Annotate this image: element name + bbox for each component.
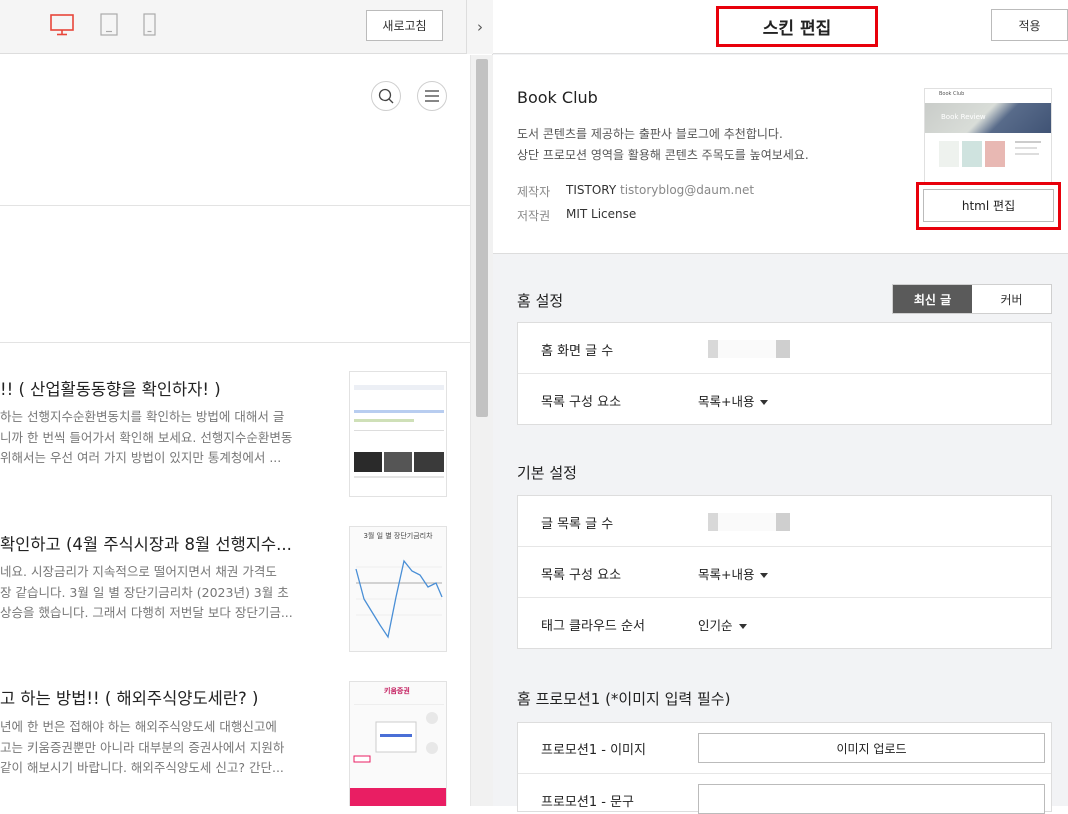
post-title[interactable]: !! ( 산업활동동향을 확인하자! ) bbox=[0, 376, 340, 400]
post-count-field[interactable] bbox=[708, 340, 796, 358]
image-upload-button[interactable]: 이미지 업로드 bbox=[698, 733, 1045, 763]
scrollbar-thumb[interactable] bbox=[476, 59, 488, 417]
search-icon bbox=[378, 88, 394, 104]
skin-info: Book Club 도서 콘텐츠를 제공하는 출판사 블로그에 추천합니다. 상… bbox=[493, 55, 1068, 254]
post-excerpt: 하는 선행지수순환변동치를 확인하는 방법에 대해서 글 니까 한 번씩 들어가… bbox=[0, 409, 293, 465]
preview-toolbar: 새로고침 › bbox=[0, 0, 493, 54]
post-count-field[interactable] bbox=[708, 513, 796, 531]
caret-down-icon bbox=[738, 624, 747, 629]
blog-preview: !! ( 산업활동동향을 확인하자! ) 하는 선행지수순환변동치를 확인하는 … bbox=[0, 55, 470, 806]
refresh-button[interactable]: 새로고침 bbox=[366, 10, 443, 41]
skin-edit-panel: 스킨 편집 적용 Book Club 도서 콘텐츠를 제공하는 출판사 블로그에… bbox=[493, 0, 1068, 814]
preview-scrollbar[interactable] bbox=[470, 55, 493, 806]
post-thumbnail[interactable] bbox=[349, 371, 447, 497]
chevron-right-icon: › bbox=[477, 18, 483, 36]
html-edit-button[interactable]: html 편집 bbox=[923, 189, 1054, 222]
setting-label: 홈 화면 글 수 bbox=[541, 344, 614, 359]
setting-row: 프로모션1 - 이미지 이미지 업로드 bbox=[518, 723, 1051, 774]
hamburger-icon bbox=[425, 90, 439, 102]
post-excerpt: 년에 한 번은 접해야 하는 해외주식양도세 대행신고에 고는 키움증권뿐만 아… bbox=[0, 719, 285, 775]
author-key: 제작자 bbox=[517, 185, 551, 199]
promo-settings-box: 프로모션1 - 이미지 이미지 업로드 프로모션1 - 문구 bbox=[517, 722, 1052, 814]
home-settings-title: 홈 설정 bbox=[517, 292, 564, 310]
author-value: TISTORY tistoryblog@daum.net bbox=[566, 183, 755, 197]
desktop-icon[interactable] bbox=[50, 14, 74, 36]
list-element-dropdown[interactable]: 목록+내용 bbox=[698, 564, 769, 583]
setting-row: 프로모션1 - 문구 bbox=[518, 774, 1051, 814]
tablet-icon[interactable] bbox=[100, 13, 118, 36]
basic-settings-title: 기본 설정 bbox=[517, 464, 577, 482]
setting-label: 목록 구성 요소 bbox=[541, 568, 622, 583]
list-element-dropdown[interactable]: 목록+내용 bbox=[698, 391, 769, 410]
panel-title: 스킨 편집 bbox=[716, 6, 878, 47]
apply-button[interactable]: 적용 bbox=[991, 9, 1068, 41]
divider bbox=[0, 205, 470, 206]
cover-tab[interactable]: 커버 bbox=[972, 285, 1051, 313]
setting-row: 목록 구성 요소 목록+내용 bbox=[518, 547, 1051, 598]
license-key: 저작권 bbox=[517, 209, 551, 223]
setting-label: 태그 클라우드 순서 bbox=[541, 619, 645, 634]
divider bbox=[0, 342, 470, 343]
skin-name: Book Club bbox=[517, 88, 598, 107]
setting-row: 홈 화면 글 수 bbox=[518, 323, 1051, 374]
setting-row: 목록 구성 요소 목록+내용 bbox=[518, 374, 1051, 425]
collapse-panel-button[interactable]: › bbox=[466, 0, 493, 54]
license-value: MIT License bbox=[566, 207, 637, 221]
post-thumbnail[interactable]: 키움증권 bbox=[349, 681, 447, 806]
home-settings-box: 홈 화면 글 수 목록 구성 요소 목록+내용 bbox=[517, 322, 1052, 425]
mobile-icon[interactable] bbox=[143, 13, 156, 36]
setting-label: 글 목록 글 수 bbox=[541, 517, 614, 532]
setting-label: 프로모션1 - 문구 bbox=[541, 795, 634, 810]
caret-down-icon bbox=[760, 400, 769, 405]
menu-button[interactable] bbox=[417, 81, 447, 111]
setting-label: 프로모션1 - 이미지 bbox=[541, 743, 646, 758]
search-button[interactable] bbox=[371, 81, 401, 111]
promo-settings-title: 홈 프로모션1 (*이미지 입력 필수) bbox=[517, 690, 731, 708]
preview-pane: 새로고침 › !! ( 산업활동동향을 확인하자! ) 하는 선행지수순환변동치… bbox=[0, 0, 493, 806]
panel-header: 스킨 편집 적용 bbox=[493, 0, 1068, 54]
skin-thumbnail: Book Club Book Review bbox=[924, 88, 1052, 184]
setting-row: 태그 클라우드 순서 인기순 bbox=[518, 598, 1051, 649]
post-thumbnail[interactable]: 3월 일 별 장단기금리차 bbox=[349, 526, 447, 652]
post-title[interactable]: 고 하는 방법!! ( 해외주식양도세란? ) bbox=[0, 685, 340, 709]
skin-description: 도서 콘텐츠를 제공하는 출판사 블로그에 추천합니다. 상단 프로모션 영역을… bbox=[517, 127, 809, 162]
home-mode-toggle: 최신 글 커버 bbox=[892, 284, 1052, 314]
promo-text-input[interactable] bbox=[698, 784, 1045, 814]
caret-down-icon bbox=[760, 573, 769, 578]
latest-posts-tab[interactable]: 최신 글 bbox=[893, 285, 972, 313]
post-excerpt: 네요. 시장금리가 지속적으로 떨어지면서 채권 가격도 장 같습니다. 3월 … bbox=[0, 564, 293, 620]
setting-row: 글 목록 글 수 bbox=[518, 496, 1051, 547]
tag-order-dropdown[interactable]: 인기순 bbox=[698, 615, 747, 634]
basic-settings-box: 글 목록 글 수 목록 구성 요소 목록+내용 태그 클라우드 순서 인기순 bbox=[517, 495, 1052, 649]
setting-label: 목록 구성 요소 bbox=[541, 395, 622, 410]
post-title[interactable]: 확인하고 (4월 주식시장과 8월 선행지수... bbox=[0, 531, 340, 555]
